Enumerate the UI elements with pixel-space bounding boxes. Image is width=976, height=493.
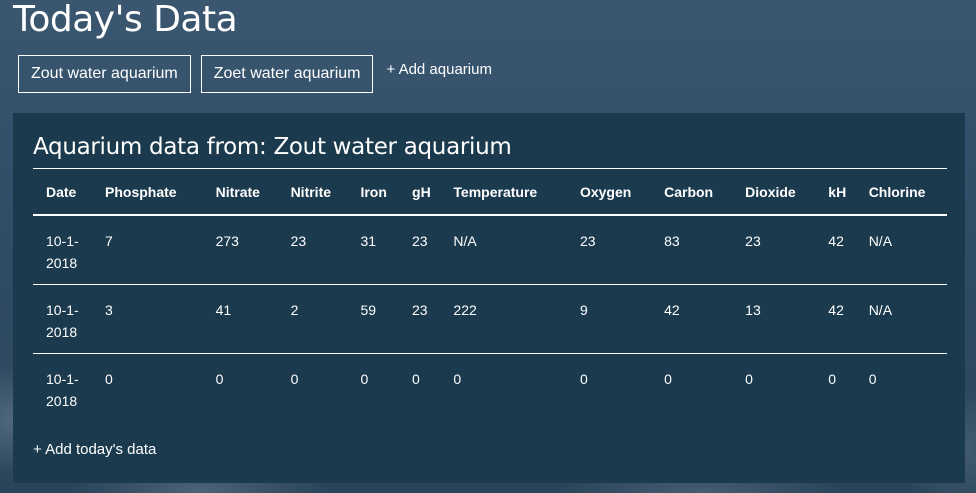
cell-chlorine: 0	[868, 371, 877, 387]
column-header-kh: kH	[815, 169, 856, 216]
cell-chlorine: N/A	[855, 284, 947, 354]
cell-iron: 59	[347, 284, 400, 354]
cell-nitrate: 0	[215, 371, 224, 387]
cell-kh: 42	[815, 284, 856, 354]
panel-heading: Aquarium data from: Zout water aquarium	[33, 113, 947, 169]
cell-oxygen: 23	[566, 215, 652, 285]
table-row: 10-1-2018 0 0 0 0 0 0 0 0 0 0 0	[33, 354, 947, 423]
cell-oxygen: 0	[579, 371, 588, 387]
cell-kh: 42	[815, 215, 856, 285]
cell-nitrite: 0	[290, 371, 299, 387]
cell-chlorine: N/A	[855, 215, 947, 285]
column-header-nitrite: Nitrite	[277, 169, 348, 216]
cell-date: 10-1-2018	[33, 215, 92, 285]
cell-nitrate: 273	[202, 215, 278, 285]
column-header-nitrate: Nitrate	[202, 169, 278, 216]
aquarium-data-table: Date Phosphate Nitrate Nitrite Iron gH T…	[33, 169, 947, 422]
column-header-dioxide: Dioxide	[732, 169, 816, 216]
aquarium-tabs: Zout water aquarium Zoet water aquarium …	[18, 55, 492, 93]
cell-iron: 0	[360, 371, 369, 387]
tab-zoet-water-aquarium[interactable]: Zoet water aquarium	[200, 55, 374, 93]
add-todays-data-link[interactable]: + Add today's data	[33, 441, 156, 458]
column-header-carbon: Carbon	[651, 169, 733, 216]
column-header-temperature: Temperature	[440, 169, 567, 216]
column-header-date: Date	[33, 169, 92, 216]
cell-temperature: 0	[453, 371, 462, 387]
cell-temperature: 222	[440, 284, 567, 354]
cell-nitrite: 2	[277, 284, 348, 354]
aquarium-data-panel: Aquarium data from: Zout water aquarium …	[13, 113, 965, 483]
cell-oxygen: 9	[566, 284, 652, 354]
table-row: 10-1-2018 7 273 23 31 23 N/A 23 83 23 42…	[33, 215, 947, 285]
column-header-iron: Iron	[347, 169, 400, 216]
cell-date: 10-1-2018	[33, 284, 92, 354]
cell-dioxide: 0	[745, 371, 753, 387]
column-header-chlorine: Chlorine	[855, 169, 947, 216]
add-aquarium-link[interactable]: + Add aquarium	[386, 61, 492, 78]
cell-nitrite: 23	[277, 215, 348, 285]
cell-gh: 23	[399, 215, 441, 285]
cell-temperature: N/A	[440, 215, 567, 285]
cell-nitrate: 41	[202, 284, 278, 354]
column-header-phosphate: Phosphate	[92, 169, 203, 216]
cell-carbon: 42	[651, 284, 733, 354]
column-header-gh: gH	[399, 169, 441, 216]
cell-date: 10-1-2018	[46, 371, 79, 409]
cell-gh: 23	[399, 284, 441, 354]
cell-dioxide: 13	[732, 284, 816, 354]
cell-kh: 0	[828, 371, 837, 387]
cell-iron: 31	[347, 215, 400, 285]
cell-carbon: 83	[651, 215, 733, 285]
cell-phosphate: 3	[92, 284, 203, 354]
column-header-oxygen: Oxygen	[566, 169, 652, 216]
tab-zout-water-aquarium[interactable]: Zout water aquarium	[18, 55, 191, 93]
table-row: 10-1-2018 3 41 2 59 23 222 9 42 13 42 N/…	[33, 284, 947, 354]
cell-phosphate: 7	[92, 215, 203, 285]
cell-dioxide: 23	[732, 215, 816, 285]
cell-carbon: 0	[664, 371, 672, 387]
cell-gh: 0	[412, 371, 420, 387]
table-header-row: Date Phosphate Nitrate Nitrite Iron gH T…	[33, 169, 947, 216]
page-title: Today's Data	[13, 0, 238, 40]
cell-phosphate: 0	[105, 371, 113, 387]
